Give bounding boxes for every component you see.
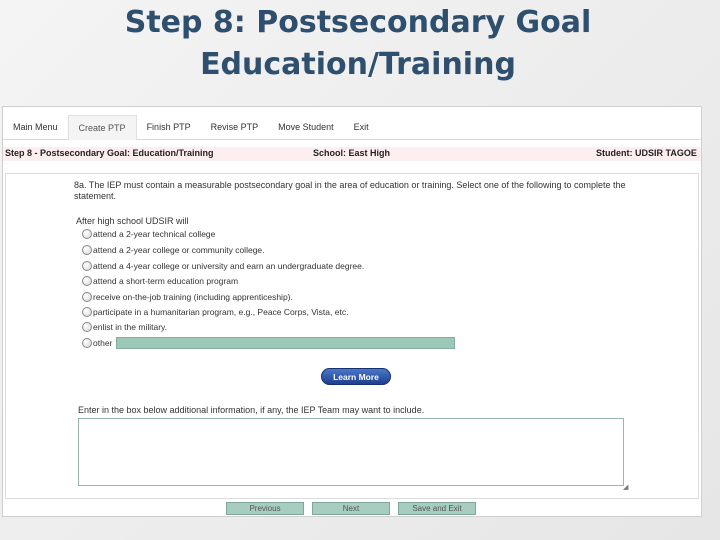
form-panel: 8a. The IEP must contain a measurable po… bbox=[5, 173, 699, 499]
radio-icon[interactable] bbox=[82, 245, 92, 255]
option-4yr-college[interactable]: attend a 4-year college or university an… bbox=[82, 259, 364, 273]
school-name: School: East High bbox=[313, 148, 391, 158]
option-military[interactable]: enlist in the military. bbox=[82, 320, 167, 334]
slide-title: Step 8: Postsecondary Goal Education/Tra… bbox=[0, 2, 716, 86]
step-header: Step 8 - Postsecondary Goal: Education/T… bbox=[3, 147, 701, 161]
goal-prompt: After high school UDSIR will bbox=[76, 216, 189, 226]
radio-icon[interactable] bbox=[82, 307, 92, 317]
step-title: Step 8 - Postsecondary Goal: Education/T… bbox=[5, 148, 214, 158]
option-short-term[interactable]: attend a short-term education program bbox=[82, 274, 238, 288]
save-exit-button[interactable]: Save and Exit bbox=[398, 502, 476, 515]
option-other[interactable]: other bbox=[82, 336, 112, 350]
menu-bar: Main Menu Create PTP Finish PTP Revise P… bbox=[3, 114, 701, 140]
resize-handle-icon[interactable]: ◢ bbox=[623, 483, 628, 491]
radio-icon[interactable] bbox=[82, 292, 92, 302]
radio-icon[interactable] bbox=[82, 229, 92, 239]
option-2yr-technical[interactable]: attend a 2-year technical college bbox=[82, 227, 215, 241]
menu-item-move-student[interactable]: Move Student bbox=[268, 115, 344, 139]
menu-item-create-ptp[interactable]: Create PTP bbox=[67, 114, 137, 140]
menu-item-revise-ptp[interactable]: Revise PTP bbox=[201, 115, 269, 139]
learn-more-button[interactable]: Learn More bbox=[321, 368, 391, 385]
slide-title-line1: Step 8: Postsecondary Goal bbox=[124, 5, 592, 40]
additional-info-label: Enter in the box below additional inform… bbox=[78, 405, 425, 415]
radio-icon[interactable] bbox=[82, 322, 92, 332]
option-humanitarian[interactable]: participate in a humanitarian program, e… bbox=[82, 305, 348, 319]
radio-icon[interactable] bbox=[82, 261, 92, 271]
radio-icon[interactable] bbox=[82, 338, 92, 348]
option-2yr-college[interactable]: attend a 2-year college or community col… bbox=[82, 243, 265, 257]
student-name: Student: UDSIR TAGOE bbox=[596, 148, 697, 158]
previous-button[interactable]: Previous bbox=[226, 502, 304, 515]
next-button[interactable]: Next bbox=[312, 502, 390, 515]
option-on-the-job[interactable]: receive on-the-job training (including a… bbox=[82, 290, 293, 304]
app-screen: Main Menu Create PTP Finish PTP Revise P… bbox=[2, 106, 702, 517]
menu-item-finish-ptp[interactable]: Finish PTP bbox=[137, 115, 201, 139]
slide-title-line2: Education/Training bbox=[200, 47, 516, 82]
radio-icon[interactable] bbox=[82, 276, 92, 286]
instruction-text: 8a. The IEP must contain a measurable po… bbox=[74, 180, 626, 201]
menu-item-main-menu[interactable]: Main Menu bbox=[3, 115, 68, 139]
additional-info-textarea[interactable] bbox=[78, 418, 624, 486]
menu-item-exit[interactable]: Exit bbox=[344, 115, 379, 139]
other-input[interactable] bbox=[116, 337, 455, 349]
